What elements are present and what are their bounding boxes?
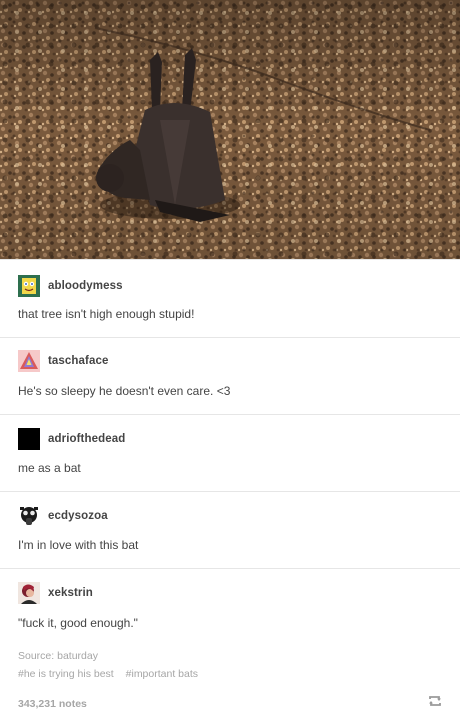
- comment-text: He's so sleepy he doesn't even care. <3: [18, 384, 231, 398]
- sponge-avatar-icon[interactable]: [18, 275, 40, 297]
- comment-text: me as a bat: [18, 461, 81, 475]
- post-header: abloodymess: [18, 275, 123, 297]
- post-header: ecdysozoa: [18, 505, 108, 527]
- divider: [0, 414, 460, 415]
- source-link[interactable]: Source: baturday: [18, 650, 98, 662]
- comment-text: "fuck it, good enough.": [18, 616, 138, 630]
- notes-count[interactable]: 343,231 notes: [18, 698, 87, 710]
- username-link[interactable]: adriofthedead: [48, 433, 125, 445]
- post-header: taschaface: [18, 350, 108, 372]
- bat-photo-illustration: [0, 0, 460, 259]
- post-header: adriofthedead: [18, 428, 125, 450]
- username-link[interactable]: ecdysozoa: [48, 510, 108, 522]
- divider: [0, 491, 460, 492]
- divider: [0, 337, 460, 338]
- tag-list: #he is trying his best #important bats: [18, 668, 207, 680]
- divider: [0, 568, 460, 569]
- triangle-avatar-icon[interactable]: [18, 350, 40, 372]
- divider: [0, 259, 460, 260]
- reblog-icon[interactable]: [427, 693, 443, 709]
- comment-text: I'm in love with this bat: [18, 538, 139, 552]
- username-link[interactable]: abloodymess: [48, 280, 123, 292]
- post-photo[interactable]: [0, 0, 460, 259]
- username-link[interactable]: xekstrin: [48, 587, 93, 599]
- gasmask-avatar-icon[interactable]: [18, 505, 40, 527]
- comment-text: that tree isn't high enough stupid!: [18, 307, 195, 321]
- black-square-avatar-icon[interactable]: [18, 428, 40, 450]
- portrait-avatar-icon[interactable]: [18, 582, 40, 604]
- username-link[interactable]: taschaface: [48, 355, 108, 367]
- tag-link[interactable]: #he is trying his best: [18, 668, 114, 680]
- post-header: xekstrin: [18, 582, 93, 604]
- tag-link[interactable]: #important bats: [126, 668, 198, 680]
